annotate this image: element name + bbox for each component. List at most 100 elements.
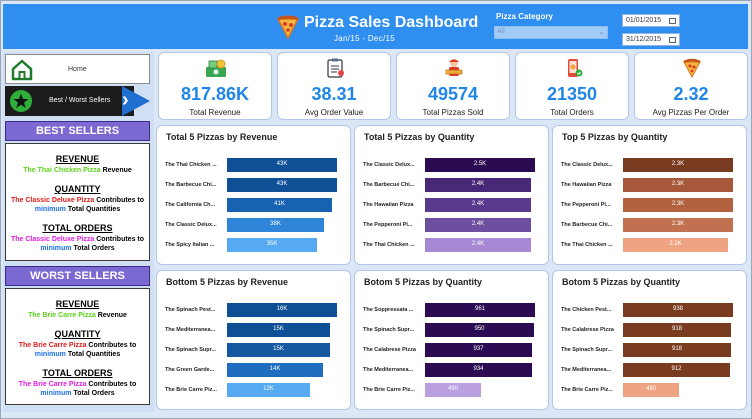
- kpi-label: Total Revenue: [189, 108, 241, 117]
- chart-bottom-quantity-2: Botom 5 Pizzas by Quantity The Chicken Pe…: [552, 270, 747, 410]
- kpi-value: 2.32: [673, 84, 709, 104]
- chart-title: Bottom 5 Pizzas by Revenue: [166, 277, 289, 287]
- data-label: 918: [671, 346, 682, 352]
- worst-orders-mid: Contributes to: [88, 381, 137, 388]
- data-label: 14K: [269, 366, 281, 372]
- category-label: The Green Garde...: [165, 367, 215, 373]
- category-filter-value: All: [497, 28, 505, 35]
- end-date-value: 31/12/2015: [626, 36, 662, 43]
- category-label: The Spinach Pest...: [165, 307, 216, 313]
- start-date-input[interactable]: 01/01/2015: [622, 14, 680, 27]
- chart-title: Total 5 Pizzas by Quantity: [364, 132, 475, 142]
- category-label: The Pepperoni Pi...: [363, 222, 413, 228]
- category-filter-label: Pizza Category: [496, 12, 553, 21]
- chart-top-revenue: Total 5 Pizzas by Revenue The Thai Chicke…: [156, 125, 351, 265]
- best-revenue-pizza: The Thai Chicken Pizza: [23, 167, 101, 174]
- data-label: 16K: [276, 306, 288, 312]
- kpi-value: 49574: [427, 84, 479, 104]
- worst-quantity-tail: Total Quantities: [67, 351, 121, 358]
- category-label: The Pepperoni Pi...: [561, 202, 611, 208]
- data-label: 12K: [263, 386, 274, 392]
- category-label: The Classic Delux...: [561, 162, 613, 168]
- star-icon: [10, 90, 32, 112]
- data-label: 480: [645, 386, 656, 392]
- data-label: 41K: [274, 201, 285, 207]
- data-label: 2.4K: [471, 241, 485, 247]
- data-label: 934: [473, 366, 484, 372]
- category-label: The Barbecue Chi...: [561, 222, 613, 228]
- best-orders-mid: Contributes to: [96, 236, 145, 243]
- category-label: The Chicken Pest...: [561, 307, 612, 313]
- data-label: 2.4K: [471, 181, 485, 187]
- category-label: The Mediterranea...: [363, 367, 414, 373]
- chart-title: Top 5 Pizzas by Quantity: [562, 132, 668, 142]
- chevron-right-icon: ›: [122, 89, 129, 111]
- money-icon: [206, 59, 226, 77]
- worst-orders-heading: TOTAL ORDERS: [42, 368, 113, 378]
- data-label: 912: [671, 366, 682, 372]
- data-label: 2.3K: [671, 201, 685, 207]
- category-label: The Classic Delux...: [363, 162, 415, 168]
- data-label: 15K: [273, 346, 284, 352]
- pizza-logo-icon: [276, 15, 300, 40]
- calendar-icon[interactable]: [669, 18, 676, 24]
- category-label: The Mediterranea...: [561, 367, 612, 373]
- chart-bottom-quantity: Botom 5 Pizzas by Quantity The Soppressat…: [354, 270, 549, 410]
- category-label: The Spicy Italian ...: [165, 242, 215, 248]
- worst-orders-min: minimum: [40, 390, 72, 397]
- nav-best-worst-button[interactable]: Best / Worst Sellers: [5, 86, 134, 116]
- end-date-input[interactable]: 31/12/2015: [622, 33, 680, 46]
- worst-revenue-pizza: The Brie Carre Pizza: [28, 312, 96, 319]
- kpi-label: Avg Pizzas Per Order: [652, 108, 730, 117]
- kpi-total-orders: 21350 Total Orders: [515, 52, 629, 120]
- kpi-label: Total Pizzas Sold: [422, 108, 484, 117]
- chart-top-quantity: Total 5 Pizzas by Quantity The Classic De…: [354, 125, 549, 265]
- best-revenue-heading: REVENUE: [55, 154, 100, 164]
- delivery-person-icon: [445, 59, 463, 76]
- best-orders-pizza: The Classic Deluxe Pizza: [10, 236, 95, 243]
- data-label: 937: [473, 346, 484, 352]
- home-icon: [11, 59, 33, 81]
- data-label: 938: [672, 306, 683, 312]
- data-label: 2.3K: [671, 181, 685, 187]
- nav-best-worst-label: Best / Worst Sellers: [49, 97, 111, 104]
- calendar-icon[interactable]: [669, 37, 676, 43]
- data-label: 2.5K: [473, 161, 487, 167]
- kpi-label: Total Orders: [550, 108, 594, 117]
- date-range-subtitle: Jan/15 - Dec/15: [334, 34, 395, 43]
- kpi-total-pizzas-sold: 49574 Total Pizzas Sold: [396, 52, 510, 120]
- best-quantity-heading: QUANTITY: [54, 184, 101, 194]
- nav-home-label: Home: [68, 66, 87, 73]
- category-label: The Mediterranea...: [165, 327, 216, 333]
- best-quantity-pizza: The Classic Deluxe Pizza: [10, 197, 95, 204]
- category-label: The Barbecue Chi...: [165, 182, 217, 188]
- category-label: The Brie Carre Piz...: [561, 387, 613, 393]
- category-label: The Thai Chicken ...: [165, 162, 217, 168]
- category-filter-dropdown[interactable]: [494, 26, 608, 39]
- kpi-value: 38.31: [311, 84, 357, 104]
- best-orders-min: minimum: [40, 245, 72, 252]
- worst-quantity-pizza: The Brie Carre Pizza: [18, 342, 87, 349]
- chevron-down-icon[interactable]: ⌄: [598, 27, 605, 36]
- kpi-value: 21350: [546, 84, 598, 104]
- data-label: 15K: [273, 326, 284, 332]
- best-quantity-mid: Contributes to: [96, 197, 145, 204]
- category-label: The Calabrese Pizza: [561, 327, 614, 333]
- category-label: The Soppressata ...: [363, 307, 414, 313]
- category-label: The Hawaiian Pizza: [363, 202, 414, 208]
- phone-order-icon: [568, 59, 583, 77]
- category-label: The California Ch...: [165, 202, 216, 208]
- data-label: 43K: [276, 181, 288, 187]
- chart-bottom-revenue: Bottom 5 Pizzas by Revenue The Spinach Pe…: [156, 270, 351, 410]
- worst-orders-pizza: The Brie Carre Pizza: [18, 381, 87, 388]
- category-label: The Thai Chicken ...: [363, 242, 415, 248]
- chart-top-quantity-2: Top 5 Pizzas by Quantity The Classic Delu…: [552, 125, 747, 265]
- worst-quantity-heading: QUANTITY: [54, 329, 101, 339]
- category-label: The Spinach Supr...: [561, 347, 613, 353]
- chart-title: Botom 5 Pizzas by Quantity: [562, 277, 681, 287]
- worst-orders-tail: Total Orders: [73, 390, 115, 397]
- kpi-avg-order-value: 38.31 Avg Order Value: [277, 52, 391, 120]
- clipboard-icon: [327, 58, 344, 78]
- worst-revenue-heading: REVENUE: [55, 299, 100, 309]
- nav-home-button[interactable]: Home: [5, 54, 150, 84]
